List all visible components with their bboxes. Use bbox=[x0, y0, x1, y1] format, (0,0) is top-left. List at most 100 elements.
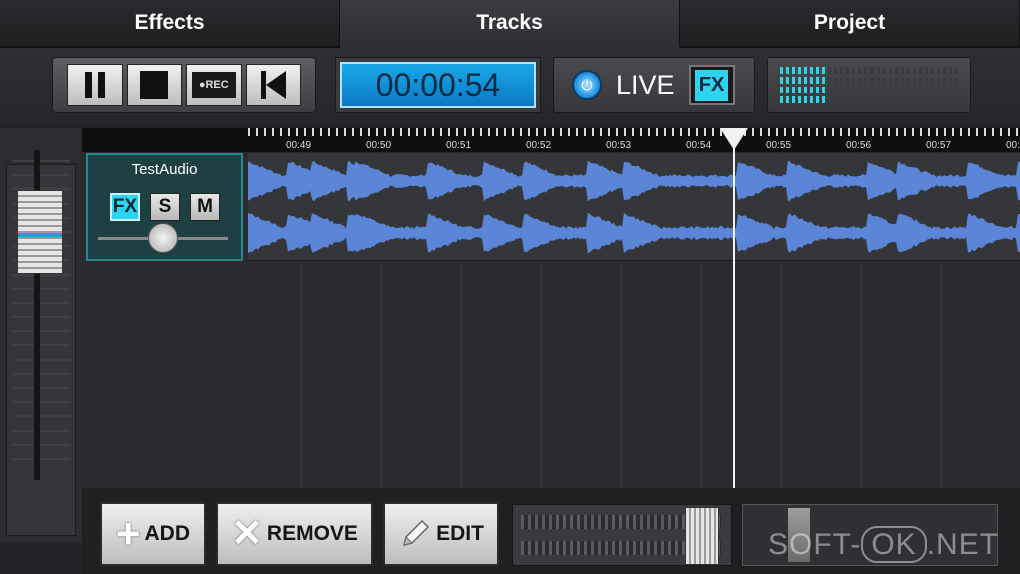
pencil-icon bbox=[403, 519, 430, 547]
fader-tick bbox=[12, 301, 70, 304]
tab-effects[interactable]: Effects bbox=[0, 0, 340, 48]
fader-tick bbox=[12, 344, 70, 347]
waveform-shape bbox=[248, 161, 1020, 201]
live-fx-label: FX bbox=[694, 69, 729, 101]
fader-tick bbox=[12, 415, 70, 418]
level-meter bbox=[767, 57, 971, 113]
fader-tick bbox=[12, 287, 70, 290]
stop-button[interactable] bbox=[126, 64, 182, 106]
power-icon[interactable]: ⏻ bbox=[572, 70, 602, 100]
meter-segment bbox=[882, 67, 886, 103]
master-fader-knob[interactable] bbox=[17, 190, 63, 274]
edit-label: EDIT bbox=[436, 522, 484, 545]
live-fx-button[interactable]: FX bbox=[688, 65, 735, 105]
meter-segment bbox=[876, 67, 880, 103]
meter-segment bbox=[954, 67, 958, 103]
meter-segment bbox=[834, 67, 838, 103]
meter-segment bbox=[858, 67, 862, 103]
track-solo-button[interactable]: S bbox=[150, 193, 180, 221]
waveform-right-channel bbox=[248, 213, 1020, 253]
meter-segment bbox=[906, 67, 910, 103]
pause-icon bbox=[84, 72, 105, 98]
ruler-label: 00:56 bbox=[846, 140, 872, 151]
track-name: TestAudio bbox=[131, 161, 198, 178]
watermark: SOFT- OK .NET bbox=[768, 526, 1000, 563]
add-track-button[interactable]: + ADD bbox=[100, 502, 206, 566]
track-fx-button[interactable]: FX bbox=[110, 193, 140, 221]
ruler-label: 00:51 bbox=[446, 140, 472, 151]
meter-segment bbox=[780, 67, 784, 103]
waveform-left-channel bbox=[248, 161, 1020, 201]
meter-segment bbox=[900, 67, 904, 103]
meter-segment bbox=[894, 67, 898, 103]
meter-segment bbox=[924, 67, 928, 103]
meter-segment bbox=[846, 67, 850, 103]
fader-tick bbox=[12, 457, 70, 460]
ruler-label: 00:50 bbox=[366, 140, 392, 151]
x-icon: ✕ bbox=[231, 513, 263, 555]
watermark-right: .NET bbox=[926, 528, 1000, 561]
tab-bar: Effects Tracks Project bbox=[0, 0, 1020, 48]
track-waveform-lane[interactable] bbox=[248, 153, 1020, 261]
ruler-label: 00:53 bbox=[606, 140, 632, 151]
ruler-label: 00:52 bbox=[526, 140, 552, 151]
plus-icon: + bbox=[115, 510, 141, 557]
fader-tick bbox=[12, 160, 70, 162]
volume-fader[interactable] bbox=[512, 504, 732, 566]
edit-track-button[interactable]: EDIT bbox=[383, 502, 499, 566]
fader-tick bbox=[12, 401, 70, 404]
timeline-ruler[interactable]: 00:49 00:50 00:51 00:52 00:53 00:54 00:55 00:56… bbox=[248, 128, 1020, 152]
ruler-label: 00:54 bbox=[686, 140, 712, 151]
meter-segment bbox=[930, 67, 934, 103]
ruler-spacer bbox=[82, 128, 248, 152]
remove-label: REMOVE bbox=[266, 522, 358, 545]
playhead-marker[interactable] bbox=[720, 128, 748, 150]
meter-segment bbox=[810, 67, 814, 103]
fader-tick bbox=[12, 429, 70, 432]
meter-segment bbox=[816, 67, 820, 103]
fader-tick bbox=[12, 387, 70, 389]
ruler-label: 00:49 bbox=[286, 140, 312, 151]
ruler-label: 00:55 bbox=[766, 140, 792, 151]
meter-segment bbox=[792, 67, 796, 103]
tab-project[interactable]: Project bbox=[680, 0, 1020, 48]
stop-icon bbox=[140, 71, 169, 99]
meter-segment bbox=[852, 67, 856, 103]
meter-segment bbox=[918, 67, 922, 103]
fader-tick bbox=[12, 372, 70, 375]
meter-segment bbox=[828, 67, 832, 103]
time-readout: 00:00:54 bbox=[340, 62, 536, 108]
ruler-label: 00:5 bbox=[1006, 140, 1020, 151]
tab-tracks[interactable]: Tracks bbox=[340, 0, 680, 48]
ruler-label: 00:57 bbox=[926, 140, 952, 151]
meter-segment bbox=[864, 67, 868, 103]
playhead-line bbox=[733, 146, 735, 488]
transport-controls: ●REC bbox=[52, 57, 316, 113]
rewind-icon bbox=[260, 71, 286, 99]
pause-button[interactable] bbox=[67, 64, 123, 106]
fader-tick bbox=[12, 316, 70, 319]
track-pan-knob[interactable] bbox=[148, 223, 178, 253]
track-header[interactable]: TestAudio FX S M bbox=[86, 153, 243, 261]
meter-segment bbox=[936, 67, 940, 103]
meter-segment bbox=[804, 67, 808, 103]
track-mute-button[interactable]: M bbox=[190, 193, 220, 221]
rewind-button[interactable] bbox=[245, 64, 301, 106]
rec-icon: ●REC bbox=[191, 72, 236, 98]
remove-track-button[interactable]: ✕ REMOVE bbox=[216, 502, 373, 566]
record-button[interactable]: ●REC bbox=[186, 64, 242, 106]
live-label: LIVE bbox=[616, 69, 675, 100]
meter-segment bbox=[840, 67, 844, 103]
meter-segment bbox=[822, 67, 826, 103]
meter-segment bbox=[888, 67, 892, 103]
meter-segment bbox=[870, 67, 874, 103]
toolbar: ●REC 00:00:54 ⏻ LIVE FX bbox=[0, 48, 1020, 124]
watermark-ok: OK bbox=[861, 526, 927, 563]
waveform-shape bbox=[248, 213, 1020, 253]
time-display: 00:00:54 bbox=[335, 57, 541, 113]
live-panel: ⏻ LIVE FX bbox=[553, 57, 755, 113]
watermark-left: SOFT- bbox=[768, 528, 862, 561]
meter-segment bbox=[912, 67, 916, 103]
fader-tick bbox=[12, 443, 70, 446]
volume-fader-knob[interactable] bbox=[685, 507, 719, 565]
